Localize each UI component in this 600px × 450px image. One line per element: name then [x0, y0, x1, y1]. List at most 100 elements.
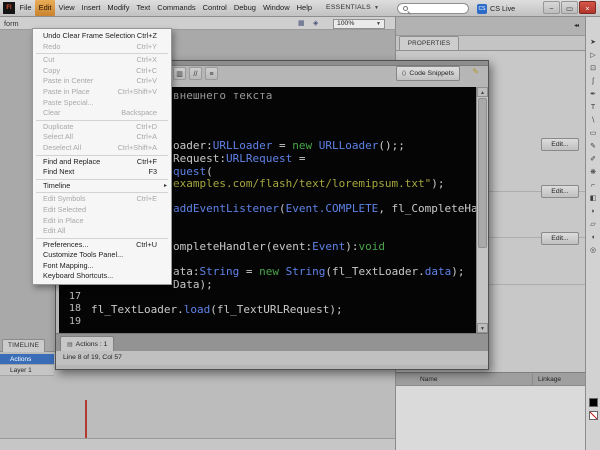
eyedropper-tool[interactable]: ◗: [586, 205, 600, 218]
code-segment: ();;: [378, 139, 405, 152]
menu-item-redo[interactable]: RedoCtrl+Y: [33, 42, 171, 53]
bone-tool[interactable]: ⌐: [586, 179, 600, 192]
menu-item-find-next[interactable]: Find NextF3: [33, 167, 171, 178]
menu-separator: [36, 192, 168, 193]
menu-item-cut[interactable]: CutCtrl+X: [33, 55, 171, 66]
edit-button[interactable]: Edit...: [541, 138, 579, 151]
edit-button[interactable]: Edit...: [541, 185, 579, 198]
code-segment: String: [286, 265, 326, 278]
search-input[interactable]: [397, 3, 469, 14]
menu-item-preferences[interactable]: Preferences...Ctrl+U: [33, 240, 171, 251]
text-tool[interactable]: T: [586, 101, 600, 114]
code-segment: Event: [312, 240, 345, 253]
selection-tool[interactable]: ➤: [586, 36, 600, 49]
brush-tool[interactable]: ✐: [586, 153, 600, 166]
code-snippets-label: Code Snippets: [409, 70, 454, 77]
edit-button[interactable]: Edit...: [541, 232, 579, 245]
workspace-switcher[interactable]: ESSENTIALS▼: [326, 0, 379, 16]
scrollbar-thumb[interactable]: [478, 98, 487, 248]
library-column-linkage[interactable]: Linkage: [538, 373, 561, 386]
menu-item-keyboard-shortcuts[interactable]: Keyboard Shortcuts...: [33, 271, 171, 282]
library-item-list[interactable]: [396, 386, 586, 450]
comment-icon[interactable]: //: [189, 67, 202, 80]
tab-actions-frame[interactable]: ▤Actions : 1: [60, 336, 114, 352]
code-segment: quest: [173, 165, 206, 178]
paint-bucket-tool[interactable]: ◧: [586, 192, 600, 205]
zoom-tool[interactable]: ◎: [586, 244, 600, 257]
menubar-file[interactable]: File: [16, 0, 35, 16]
menubar-insert[interactable]: Insert: [78, 0, 104, 16]
menubar-help[interactable]: Help: [293, 0, 315, 16]
menu-item-edit-selected[interactable]: Edit Selected: [33, 205, 171, 216]
tab-properties[interactable]: PROPERTIES: [399, 36, 459, 50]
menu-item-paste-special[interactable]: Paste Special...: [33, 98, 171, 109]
timeline-layer[interactable]: Layer 1: [0, 365, 54, 376]
menu-item-clear[interactable]: ClearBackspace: [33, 108, 171, 119]
menubar-control[interactable]: Control: [199, 0, 230, 16]
tab-timeline[interactable]: TIMELINE: [2, 339, 45, 352]
code-segment: внешнего текста: [173, 89, 272, 102]
deco-tool[interactable]: ❋: [586, 166, 600, 179]
line-tool[interactable]: ∖: [586, 114, 600, 127]
code-snippets-button[interactable]: ⟨⟩Code Snippets: [396, 66, 460, 81]
code-line[interactable]: 19: [59, 316, 476, 329]
free-transform-tool[interactable]: ⊡: [586, 62, 600, 75]
pen-tool[interactable]: ✒: [586, 88, 600, 101]
hand-tool[interactable]: ◖: [586, 231, 600, 244]
code-line[interactable]: 18fl_TextLoader.load(fl_TextURLRequest);: [59, 303, 476, 316]
scroll-down-icon[interactable]: ▼: [477, 323, 488, 333]
menubar-commands[interactable]: Commands: [154, 0, 199, 16]
menu-item-timeline[interactable]: Timeline▸: [33, 181, 171, 192]
menu-item-paste-in-place[interactable]: Paste in PlaceCtrl+Shift+V: [33, 87, 171, 98]
minimize-button[interactable]: −: [543, 1, 560, 14]
menu-item-font-mapping[interactable]: Font Mapping...: [33, 261, 171, 272]
document-tab[interactable]: form: [4, 17, 19, 30]
menu-item-edit-all[interactable]: Edit All: [33, 226, 171, 237]
collapse-to-icons-icon[interactable]: ◂◂: [574, 22, 578, 29]
script-assist-icon[interactable]: ✎: [472, 67, 479, 76]
menubar-edit[interactable]: Edit: [35, 0, 55, 16]
menu-item-undo-clear-frame-selection[interactable]: Undo Clear Frame SelectionCtrl+Z: [33, 31, 171, 42]
subselection-tool[interactable]: ▷: [586, 49, 600, 62]
menu-item-edit-in-place[interactable]: Edit in Place: [33, 216, 171, 227]
menubar-debug[interactable]: Debug: [230, 0, 259, 16]
menu-separator: [36, 179, 168, 180]
menu-item-duplicate[interactable]: DuplicateCtrl+D: [33, 122, 171, 133]
timeline-scrollbar[interactable]: [0, 438, 395, 450]
column-divider[interactable]: [532, 374, 533, 385]
menu-item-deselect-all[interactable]: Deselect AllCtrl+Shift+A: [33, 143, 171, 154]
library-column-name[interactable]: Name: [420, 373, 438, 386]
menubar-window[interactable]: Window: [259, 0, 293, 16]
rectangle-tool[interactable]: ▭: [586, 127, 600, 140]
eraser-tool[interactable]: ▱: [586, 218, 600, 231]
menubar-view[interactable]: View: [55, 0, 78, 16]
close-button[interactable]: ×: [579, 1, 596, 14]
code-line[interactable]: 17: [59, 291, 476, 304]
menu-item-copy[interactable]: CopyCtrl+C: [33, 66, 171, 77]
collapse-braces-icon[interactable]: ▥: [173, 67, 186, 80]
menu-item-customize-tools-panel[interactable]: Customize Tools Panel...: [33, 250, 171, 261]
edit-scene-icon[interactable]: ▦: [298, 17, 305, 30]
pencil-tool[interactable]: ✎: [586, 140, 600, 153]
editor-scrollbar[interactable]: ▲ ▼: [476, 87, 488, 333]
zoom-level-dropdown[interactable]: 100% ▼: [333, 19, 385, 29]
code-segment: new: [259, 265, 279, 278]
lasso-tool[interactable]: ʃ: [586, 75, 600, 88]
code-segment: data: [425, 265, 452, 278]
edit-symbol-icon[interactable]: ◈: [313, 17, 318, 30]
cs-live-button[interactable]: CS CS Live: [477, 2, 515, 15]
menu-item-find-and-replace[interactable]: Find and ReplaceCtrl+F: [33, 157, 171, 168]
timeline-layer[interactable]: Actions: [0, 354, 54, 365]
expand-all-icon[interactable]: ≡: [205, 67, 218, 80]
menu-item-edit-symbols[interactable]: Edit SymbolsCtrl+E: [33, 194, 171, 205]
scroll-up-icon[interactable]: ▲: [477, 87, 488, 97]
menubar-modify[interactable]: Modify: [104, 0, 133, 16]
stroke-color-chip[interactable]: [589, 398, 598, 407]
cs-live-label: CS Live: [490, 4, 515, 13]
menu-item-select-all[interactable]: Select AllCtrl+A: [33, 132, 171, 143]
code-segment: load: [184, 303, 211, 316]
fill-color-chip[interactable]: [589, 411, 598, 420]
menubar-text[interactable]: Text: [133, 0, 154, 16]
menu-item-paste-in-center[interactable]: Paste in CenterCtrl+V: [33, 76, 171, 87]
restore-button[interactable]: ▭: [561, 1, 578, 14]
